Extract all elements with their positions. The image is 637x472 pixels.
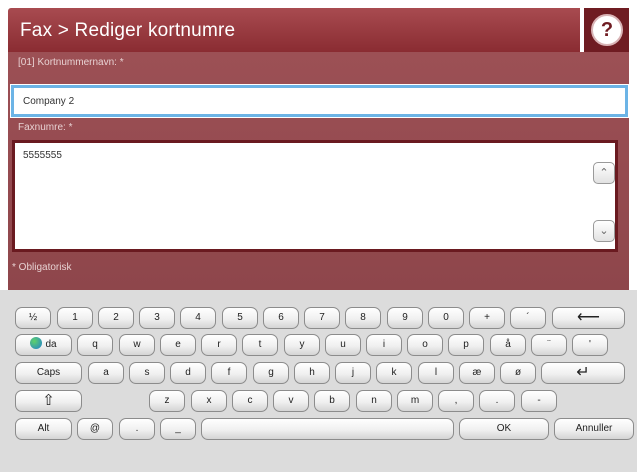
page-title: Fax > Rediger kortnumre <box>20 20 236 41</box>
key-n[interactable]: n <box>356 390 392 412</box>
key-r[interactable]: r <box>201 334 237 356</box>
backspace-icon: ⟵ <box>577 309 600 326</box>
onscreen-keyboard: ½ 1 2 3 4 5 6 7 8 9 0 + ´ ⟵ da q w e r t… <box>0 290 637 472</box>
key-f[interactable]: f <box>211 362 247 384</box>
globe-icon <box>30 337 43 349</box>
key-5[interactable]: 5 <box>222 307 258 329</box>
key-apostrophe[interactable]: ' <box>572 334 608 356</box>
key-at[interactable]: @ <box>77 418 113 440</box>
key-z[interactable]: z <box>149 390 185 412</box>
help-icon: ? <box>591 14 623 46</box>
key-8[interactable]: 8 <box>345 307 381 329</box>
key-l[interactable]: l <box>418 362 454 384</box>
key-b[interactable]: b <box>314 390 350 412</box>
key-dot[interactable]: . <box>119 418 155 440</box>
key-1[interactable]: 1 <box>57 307 93 329</box>
key-w[interactable]: w <box>119 334 155 356</box>
required-note: * Obligatorisk <box>12 262 72 273</box>
chevron-down-icon: ⌄ <box>599 225 609 237</box>
key-2[interactable]: 2 <box>98 307 134 329</box>
key-6[interactable]: 6 <box>263 307 299 329</box>
key-i[interactable]: i <box>366 334 402 356</box>
space-key[interactable] <box>201 418 454 440</box>
speed-dial-name-label: [01] Kortnummernavn: * <box>18 57 124 68</box>
alt-key[interactable]: Alt <box>15 418 72 440</box>
cancel-button[interactable]: Annuller <box>554 418 634 440</box>
key-c[interactable]: c <box>232 390 268 412</box>
ok-button[interactable]: OK <box>459 418 549 440</box>
key-comma[interactable]: , <box>438 390 474 412</box>
fax-numbers-label: Faxnumre: * <box>18 122 73 133</box>
key-half[interactable]: ½ <box>15 307 51 329</box>
key-0[interactable]: 0 <box>428 307 464 329</box>
key-d[interactable]: d <box>170 362 206 384</box>
key-ae[interactable]: æ <box>459 362 495 384</box>
key-9[interactable]: 9 <box>387 307 423 329</box>
key-o[interactable]: o <box>407 334 443 356</box>
shift-key[interactable]: ⇧ <box>15 390 82 412</box>
language-key[interactable]: da <box>15 334 72 356</box>
chevron-up-icon: ⌃ <box>599 167 609 179</box>
key-h[interactable]: h <box>294 362 330 384</box>
scroll-down-button[interactable]: ⌄ <box>593 220 615 242</box>
key-g[interactable]: g <box>253 362 289 384</box>
speed-dial-name-value: Company 2 <box>23 96 75 107</box>
language-label: da <box>45 339 57 350</box>
key-y[interactable]: y <box>284 334 320 356</box>
key-a[interactable]: a <box>88 362 124 384</box>
key-acute[interactable]: ´ <box>510 307 546 329</box>
key-diaeresis[interactable]: ¨ <box>531 334 567 356</box>
key-underscore[interactable]: _ <box>160 418 196 440</box>
key-j[interactable]: j <box>335 362 371 384</box>
fax-edit-speed-dial-screen: Fax > Rediger kortnumre ? [01] Kortnumme… <box>0 0 637 472</box>
key-period[interactable]: . <box>479 390 515 412</box>
key-7[interactable]: 7 <box>304 307 340 329</box>
caps-key[interactable]: Caps <box>15 362 82 384</box>
key-e[interactable]: e <box>160 334 196 356</box>
key-p[interactable]: p <box>448 334 484 356</box>
key-3[interactable]: 3 <box>139 307 175 329</box>
shift-icon: ⇧ <box>42 392 55 409</box>
key-s[interactable]: s <box>129 362 165 384</box>
key-4[interactable]: 4 <box>180 307 216 329</box>
key-v[interactable]: v <box>273 390 309 412</box>
fax-numbers-value: 5555555 <box>23 150 62 161</box>
help-button[interactable]: ? <box>584 8 629 52</box>
key-hyphen[interactable]: - <box>521 390 557 412</box>
scroll-up-button[interactable]: ⌃ <box>593 162 615 184</box>
speed-dial-name-input[interactable]: Company 2 <box>10 84 629 118</box>
enter-key[interactable]: ↵ <box>541 362 625 384</box>
fax-numbers-textarea[interactable]: 5555555 <box>12 140 618 252</box>
key-plus[interactable]: + <box>469 307 505 329</box>
key-q[interactable]: q <box>77 334 113 356</box>
backspace-key[interactable]: ⟵ <box>552 307 625 329</box>
key-oe[interactable]: ø <box>500 362 536 384</box>
speed-dial-form: [01] Kortnummernavn: * Company 2 Faxnumr… <box>8 52 629 290</box>
key-aa[interactable]: å <box>490 334 526 356</box>
title-bar: Fax > Rediger kortnumre <box>8 8 580 52</box>
key-k[interactable]: k <box>376 362 412 384</box>
key-m[interactable]: m <box>397 390 433 412</box>
key-u[interactable]: u <box>325 334 361 356</box>
key-x[interactable]: x <box>191 390 227 412</box>
enter-icon: ↵ <box>576 364 590 381</box>
key-t[interactable]: t <box>242 334 278 356</box>
